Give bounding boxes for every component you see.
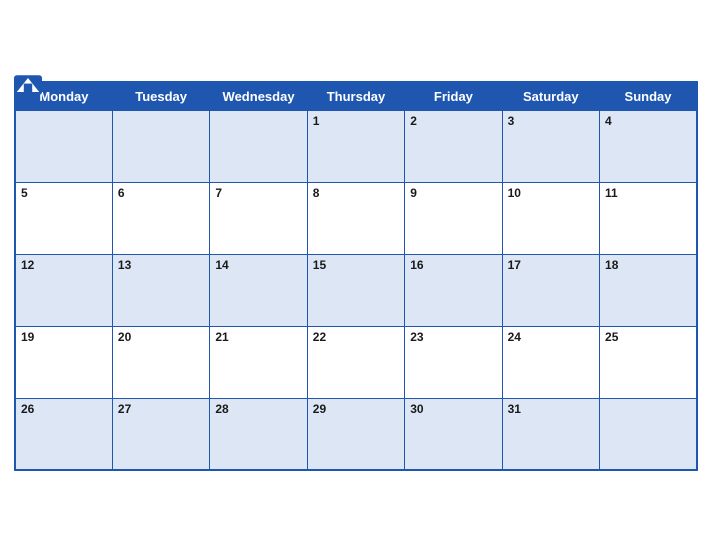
calendar-day-cell — [600, 398, 697, 470]
day-number: 30 — [410, 402, 423, 416]
calendar-day-cell: 30 — [405, 398, 502, 470]
day-number: 7 — [215, 186, 222, 200]
calendar-day-cell: 4 — [600, 110, 697, 182]
day-number: 21 — [215, 330, 228, 344]
day-number: 3 — [508, 114, 515, 128]
calendar-day-cell: 18 — [600, 254, 697, 326]
day-number: 15 — [313, 258, 326, 272]
day-number: 8 — [313, 186, 320, 200]
calendar-day-cell — [210, 110, 307, 182]
day-number: 27 — [118, 402, 131, 416]
calendar-day-cell: 13 — [112, 254, 209, 326]
weekday-header-wednesday: Wednesday — [210, 82, 307, 111]
generalblue-logo-icon — [14, 75, 42, 95]
calendar-day-cell: 29 — [307, 398, 404, 470]
calendar-day-cell: 14 — [210, 254, 307, 326]
calendar-day-cell: 23 — [405, 326, 502, 398]
day-number: 9 — [410, 186, 417, 200]
calendar-day-cell: 1 — [307, 110, 404, 182]
calendar-day-cell: 31 — [502, 398, 599, 470]
calendar-day-cell: 3 — [502, 110, 599, 182]
calendar-week-row: 5 6 7 8 9 10 11 — [15, 182, 697, 254]
day-number: 14 — [215, 258, 228, 272]
calendar-day-cell: 9 — [405, 182, 502, 254]
calendar-day-cell: 25 — [600, 326, 697, 398]
day-number: 17 — [508, 258, 521, 272]
day-number: 18 — [605, 258, 618, 272]
calendar-day-cell: 26 — [15, 398, 112, 470]
day-number: 20 — [118, 330, 131, 344]
day-number: 29 — [313, 402, 326, 416]
calendar-week-row: 26 27 28 29 30 31 — [15, 398, 697, 470]
calendar-day-cell: 10 — [502, 182, 599, 254]
calendar-day-cell: 20 — [112, 326, 209, 398]
weekday-header-sunday: Sunday — [600, 82, 697, 111]
calendar-day-cell: 11 — [600, 182, 697, 254]
calendar-day-cell: 12 — [15, 254, 112, 326]
calendar-day-cell: 21 — [210, 326, 307, 398]
day-number: 2 — [410, 114, 417, 128]
weekday-header-row: MondayTuesdayWednesdayThursdayFridaySatu… — [15, 82, 697, 111]
day-number: 12 — [21, 258, 34, 272]
calendar-day-cell: 17 — [502, 254, 599, 326]
calendar-week-row: 19 20 21 22 23 24 25 — [15, 326, 697, 398]
calendar-day-cell: 22 — [307, 326, 404, 398]
day-number: 10 — [508, 186, 521, 200]
calendar-day-cell: 8 — [307, 182, 404, 254]
day-number: 1 — [313, 114, 320, 128]
calendar-day-cell: 6 — [112, 182, 209, 254]
calendar-day-cell: 28 — [210, 398, 307, 470]
day-number: 19 — [21, 330, 34, 344]
day-number: 31 — [508, 402, 521, 416]
day-number: 25 — [605, 330, 618, 344]
calendar-day-cell: 27 — [112, 398, 209, 470]
calendar-day-cell: 15 — [307, 254, 404, 326]
day-number: 26 — [21, 402, 34, 416]
day-number: 4 — [605, 114, 612, 128]
day-number: 6 — [118, 186, 125, 200]
calendar-table: MondayTuesdayWednesdayThursdayFridaySatu… — [14, 81, 698, 472]
calendar-week-row: 12 13 14 15 16 17 18 — [15, 254, 697, 326]
calendar-wrapper: MondayTuesdayWednesdayThursdayFridaySatu… — [0, 65, 712, 486]
calendar-day-cell: 24 — [502, 326, 599, 398]
day-number: 13 — [118, 258, 131, 272]
calendar-day-cell: 7 — [210, 182, 307, 254]
logo-area — [14, 75, 42, 95]
weekday-header-friday: Friday — [405, 82, 502, 111]
calendar-day-cell: 16 — [405, 254, 502, 326]
day-number: 28 — [215, 402, 228, 416]
weekday-header-thursday: Thursday — [307, 82, 404, 111]
calendar-day-cell — [112, 110, 209, 182]
day-number: 16 — [410, 258, 423, 272]
day-number: 5 — [21, 186, 28, 200]
calendar-day-cell — [15, 110, 112, 182]
weekday-header-saturday: Saturday — [502, 82, 599, 111]
calendar-day-cell: 19 — [15, 326, 112, 398]
day-number: 11 — [605, 186, 618, 200]
calendar-week-row: 1 2 3 4 — [15, 110, 697, 182]
calendar-day-cell: 2 — [405, 110, 502, 182]
weekday-header-tuesday: Tuesday — [112, 82, 209, 111]
day-number: 22 — [313, 330, 326, 344]
day-number: 24 — [508, 330, 521, 344]
day-number: 23 — [410, 330, 423, 344]
calendar-day-cell: 5 — [15, 182, 112, 254]
